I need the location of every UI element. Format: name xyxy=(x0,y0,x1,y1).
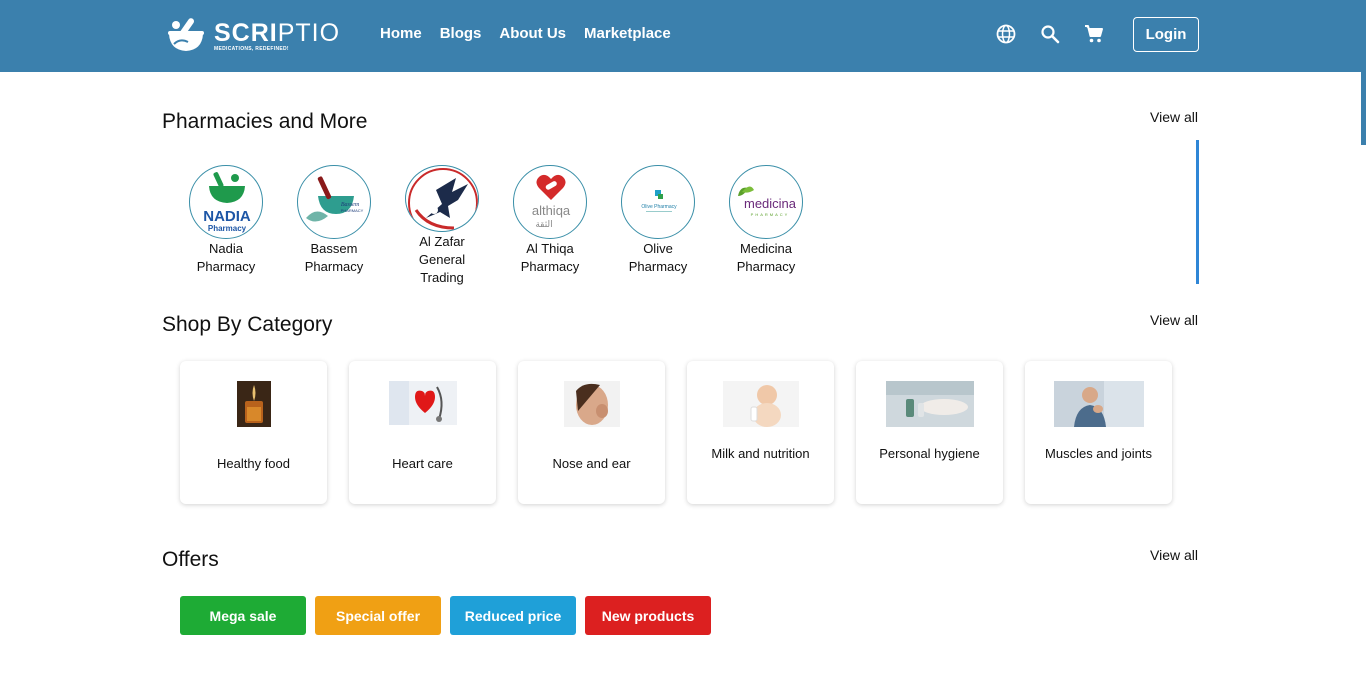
pharmacy-name: Medicina Pharmacy xyxy=(736,241,796,274)
althiqa-logo-sub: الثقة xyxy=(535,220,552,230)
cart-icon[interactable] xyxy=(1084,24,1104,44)
offers-section-title: Offers xyxy=(162,548,219,571)
nadia-logo-sub: Pharmacy xyxy=(208,224,247,233)
scriptio-logo[interactable]: SCRIPTIO MEDICATIONS, REDEFINED! xyxy=(166,14,340,56)
pharmacy-card[interactable]: NADIA Pharmacy Nadia Pharmacy xyxy=(172,165,280,287)
offer-mega-sale-button[interactable]: Mega sale xyxy=(180,596,306,635)
category-label: Nose and ear xyxy=(552,456,631,471)
login-button[interactable]: Login xyxy=(1133,17,1199,52)
category-label: Healthy food xyxy=(217,456,290,471)
al-thiqa-logo: althiqa الثقة xyxy=(513,165,587,239)
logo-name-bold: SCRI xyxy=(214,18,278,47)
medicina-pharmacy-logo: medicina PHARMACY xyxy=(729,165,803,239)
pharmacies-section-title: Pharmacies and More xyxy=(162,110,368,133)
pharmacy-name: Bassem Pharmacy xyxy=(304,241,364,274)
pharmacy-name: Olive Pharmacy xyxy=(628,241,688,274)
category-label: Heart care xyxy=(392,456,453,471)
offer-special-offer-button[interactable]: Special offer xyxy=(315,596,441,635)
pharmacy-name: Nadia Pharmacy xyxy=(196,241,256,274)
category-card[interactable]: Personal hygiene xyxy=(856,361,1003,504)
top-navbar: SCRIPTIO MEDICATIONS, REDEFINED! Home Bl… xyxy=(0,0,1366,72)
pharmacy-card[interactable]: Olive Pharmacy Olive Pharmacy xyxy=(604,165,712,287)
offers-list: Mega sale Special offer Reduced price Ne… xyxy=(180,596,711,635)
offer-new-products-button[interactable]: New products xyxy=(585,596,711,635)
page-scrollbar-thumb[interactable] xyxy=(1361,0,1366,145)
category-card[interactable]: Muscles and joints xyxy=(1025,361,1172,504)
pharmacies-view-all-link[interactable]: View all xyxy=(1150,109,1198,125)
pharmacy-name: Al Thiqa Pharmacy xyxy=(520,241,580,274)
categories-list: Healthy food Heart care Nose and ear Mil… xyxy=(180,361,1172,504)
nadia-pharmacy-logo: NADIA Pharmacy xyxy=(189,165,263,239)
category-card[interactable]: Heart care xyxy=(349,361,496,504)
category-card[interactable]: Nose and ear xyxy=(518,361,665,504)
offer-reduced-price-button[interactable]: Reduced price xyxy=(450,596,576,635)
logo-name-thin: PTIO xyxy=(277,18,341,47)
nav-blogs[interactable]: Blogs xyxy=(440,25,482,43)
milk-and-nutrition-image xyxy=(722,381,799,427)
nav-home[interactable]: Home xyxy=(380,25,422,43)
offers-view-all-link[interactable]: View all xyxy=(1150,547,1198,563)
pharmacy-card[interactable]: Bassem PHARMACY Bassem Pharmacy xyxy=(280,165,388,287)
nav-marketplace[interactable]: Marketplace xyxy=(584,25,671,43)
category-label: Muscles and joints xyxy=(1045,446,1152,461)
categories-section-title: Shop By Category xyxy=(162,313,333,336)
categories-view-all-link[interactable]: View all xyxy=(1150,312,1198,328)
bassem-logo-sub: PHARMACY xyxy=(341,208,364,213)
olive-logo-text: Olive Pharmacy xyxy=(641,204,677,210)
pharmacy-card[interactable]: Al Zafar General Trading xyxy=(388,165,496,287)
category-card[interactable]: Milk and nutrition xyxy=(687,361,834,504)
healthy-food-image xyxy=(236,381,271,427)
nose-and-ear-image xyxy=(563,381,620,427)
pharmacy-name: Al Zafar General Trading xyxy=(418,234,466,285)
pharmacy-card[interactable]: medicina PHARMACY Medicina Pharmacy xyxy=(712,165,820,287)
category-label: Personal hygiene xyxy=(879,446,980,461)
medicina-logo-sub: PHARMACY xyxy=(751,212,790,217)
category-label: Milk and nutrition xyxy=(711,446,810,461)
heart-care-image xyxy=(388,381,457,425)
globe-icon[interactable] xyxy=(996,24,1016,44)
nadia-logo-text: NADIA xyxy=(203,208,251,225)
personal-hygiene-image xyxy=(885,381,974,427)
nav-about-us[interactable]: About Us xyxy=(499,25,566,43)
search-icon[interactable] xyxy=(1040,24,1060,44)
medicina-logo-text: medicina xyxy=(744,196,797,211)
muscles-and-joints-image xyxy=(1053,381,1144,427)
olive-pharmacy-logo: Olive Pharmacy xyxy=(621,165,695,239)
category-card[interactable]: Healthy food xyxy=(180,361,327,504)
althiqa-logo-text: althiqa xyxy=(532,203,571,218)
al-zafar-logo xyxy=(405,165,479,232)
pharmacy-card[interactable]: althiqa الثقة Al Thiqa Pharmacy xyxy=(496,165,604,287)
main-nav: Home Blogs About Us Marketplace xyxy=(380,25,671,43)
mortar-pestle-icon xyxy=(168,18,204,51)
bassem-pharmacy-logo: Bassem PHARMACY xyxy=(297,165,371,239)
pharmacies-list: NADIA Pharmacy Nadia Pharmacy Bassem PHA… xyxy=(172,165,820,287)
pharmacies-scrollbar[interactable] xyxy=(1196,140,1199,284)
